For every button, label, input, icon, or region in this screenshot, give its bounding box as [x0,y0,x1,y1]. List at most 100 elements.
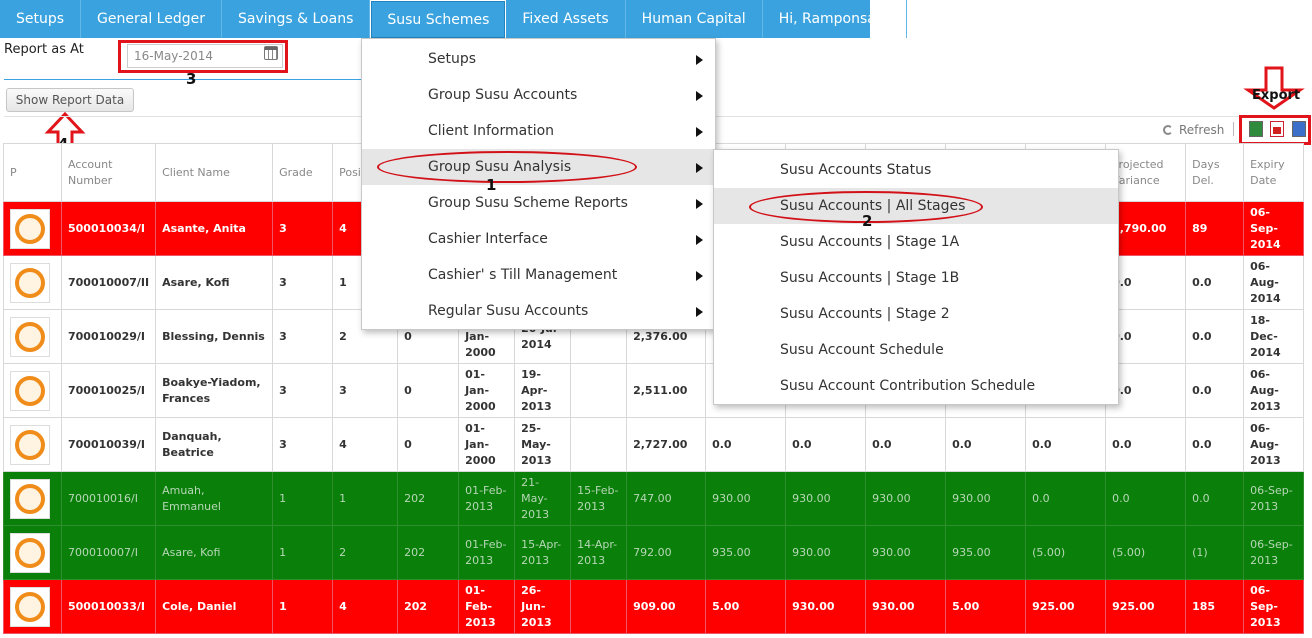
susu-schemes-menu: Setups Group Susu Accounts Client Inform… [361,38,716,330]
table-cell: Asare, Kofi [155,255,274,310]
table-cell: 935.00 [945,525,1027,580]
table-cell: (1) [1185,525,1245,580]
table-row[interactable]: 700010016/I Amuah, Emmanuel 1 1 202 01-Feb-20… [3,471,1305,526]
photo-cell [3,309,62,364]
photo-cell [3,525,62,580]
word-export-icon[interactable] [1292,121,1306,137]
table-cell: 18-Dec-2014 [1243,309,1305,364]
submenu-item-stage-1b[interactable]: Susu Accounts | Stage 1B [714,260,1118,296]
nav-savings-loans[interactable]: Savings & Loans [222,0,371,38]
show-report-data-button[interactable]: Show Report Data [6,88,134,112]
nav-setups[interactable]: Setups [0,0,82,38]
nav-fixed-assets[interactable]: Fixed Assets [506,0,626,38]
table-cell: 700010007/I [60,525,157,580]
table-cell: 700010025/I [60,363,157,418]
submenu-item-account-schedule[interactable]: Susu Account Schedule [714,332,1118,368]
table-cell: 909.00 [626,579,707,634]
table-row[interactable]: 700010007/I Asare, Kofi 1 2 202 01-Feb-2013 15… [3,525,1305,580]
table-cell: 700010029/I [60,309,157,364]
table-cell: 700010016/I [60,471,157,526]
table-cell: 925.00 [1105,579,1187,634]
col-header[interactable]: Account Number [60,143,157,202]
table-cell: 500010033/I [60,579,157,634]
table-cell: 930.00 [865,471,947,526]
menu-item-label: Client Information [428,123,555,139]
refresh-icon [1163,125,1173,135]
highlight-box-date [118,40,288,73]
submenu-item-accounts-status[interactable]: Susu Accounts Status [714,152,1118,188]
logo-ring-icon [15,483,45,514]
menu-item-setups[interactable]: Setups [362,41,715,77]
annotation-ellipse-1 [377,151,637,183]
chevron-right-icon [696,91,703,101]
table-cell: 2,727.00 [626,417,707,472]
photo-cell [3,363,62,418]
table-cell: 1 [272,471,334,526]
col-header[interactable]: Grade [272,143,334,202]
table-cell: 01-Jan-2000 [458,417,516,472]
submenu-item-stage-1a[interactable]: Susu Accounts | Stage 1A [714,224,1118,260]
nav-susu-schemes[interactable]: Susu Schemes [370,0,507,38]
client-photo-logo-icon [10,208,50,249]
table-cell: 0.0 [1185,363,1245,418]
nav-human-capital[interactable]: Human Capital [626,0,763,38]
table-cell: 0.0 [705,417,787,472]
menu-item-cashier-till-management[interactable]: Cashier' s Till Management [362,257,715,293]
table-cell: 06-Sep-2013 [1243,579,1305,634]
export-label: Export [1252,88,1301,103]
logo-ring-icon [15,267,45,298]
table-cell: 930.00 [785,471,867,526]
table-cell: 06-Sep-2013 [1243,471,1305,526]
nav-general-ledger[interactable]: General Ledger [81,0,222,38]
col-header[interactable]: Client Name [155,143,274,202]
table-cell: 0.0 [1105,471,1187,526]
table-cell: 1 [272,579,334,634]
photo-cell [3,471,62,526]
photo-cell [3,417,62,472]
table-row[interactable]: 700010039/I Danquah, Beatrice 3 4 0 01-Jan-20… [3,417,1305,472]
chevron-right-icon [696,271,703,281]
table-cell: 3 [272,309,334,364]
col-header[interactable]: Days Del. [1185,143,1245,202]
chevron-right-icon [696,199,703,209]
table-cell: 930.00 [785,525,867,580]
menu-item-label: Group Susu Accounts [428,87,578,103]
table-row[interactable]: 500010033/I Cole, Daniel 1 4 202 01-Feb-2013 2… [3,579,1305,634]
table-cell: Cole, Daniel [155,579,274,634]
chevron-right-icon [696,235,703,245]
menu-item-group-susu-accounts[interactable]: Group Susu Accounts [362,77,715,113]
chevron-right-icon [696,55,703,65]
client-photo-logo-icon [10,586,50,627]
table-cell: 185 [1185,579,1245,634]
table-cell: 0.0 [1185,471,1245,526]
client-photo-logo-icon [10,424,50,465]
submenu-item-stage-2[interactable]: Susu Accounts | Stage 2 [714,296,1118,332]
submenu-item-contribution-schedule[interactable]: Susu Account Contribution Schedule [714,368,1118,404]
table-cell: 0 [397,363,460,418]
col-header[interactable]: Expiry Date [1243,143,1305,202]
report-as-at-label: Report as At [4,42,84,57]
menu-item-cashier-interface[interactable]: Cashier Interface [362,221,715,257]
table-cell: 25-May-2013 [514,417,572,472]
annotation-1: 1 [486,176,497,194]
table-cell: 01-Jan-2000 [458,363,516,418]
table-cell: 0.0 [865,417,947,472]
col-header[interactable]: P [3,143,62,202]
chevron-right-icon [696,307,703,317]
table-cell: Asare, Kofi [155,525,274,580]
table-cell: 2,511.00 [626,363,707,418]
table-cell: 0.0 [1185,255,1245,310]
table-cell: 500010034/I [60,201,157,256]
nav-user-greeting[interactable]: Hi, Ramponsah! [763,0,908,38]
menu-item-label: Cashier Interface [428,231,548,247]
table-cell: 930.00 [785,579,867,634]
menu-item-group-susu-scheme-reports[interactable]: Group Susu Scheme Reports [362,185,715,221]
refresh-button[interactable]: Refresh [1163,123,1224,137]
pdf-export-icon[interactable] [1270,121,1284,137]
menu-item-regular-susu-accounts[interactable]: Regular Susu Accounts [362,293,715,329]
photo-cell [3,201,62,256]
excel-export-icon[interactable] [1249,121,1263,137]
menu-item-client-information[interactable]: Client Information [362,113,715,149]
table-cell: 2 [332,525,399,580]
menu-item-label: Setups [428,51,477,67]
